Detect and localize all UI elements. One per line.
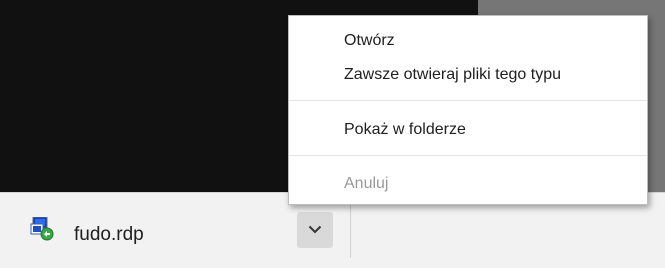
menu-separator (289, 155, 647, 156)
menu-item-cancel: Anuluj (344, 175, 389, 192)
download-file-name: fudo.rdp (74, 224, 144, 245)
menu-item-show-in-folder[interactable]: Pokaż w folderze (289, 115, 647, 145)
menu-item-always-open-type[interactable]: Zawsze otwieraj pliki tego typu (289, 60, 647, 90)
menu-separator (289, 100, 647, 101)
remote-desktop-file-icon (30, 216, 56, 241)
chevron-down-icon (308, 225, 322, 234)
menu-item-open[interactable]: Otwórz (289, 26, 647, 56)
shelf-divider (350, 203, 351, 258)
download-context-menu: Otwórz Zawsze otwieraj pliki tego typu P… (288, 15, 648, 205)
download-options-button[interactable] (297, 212, 333, 248)
